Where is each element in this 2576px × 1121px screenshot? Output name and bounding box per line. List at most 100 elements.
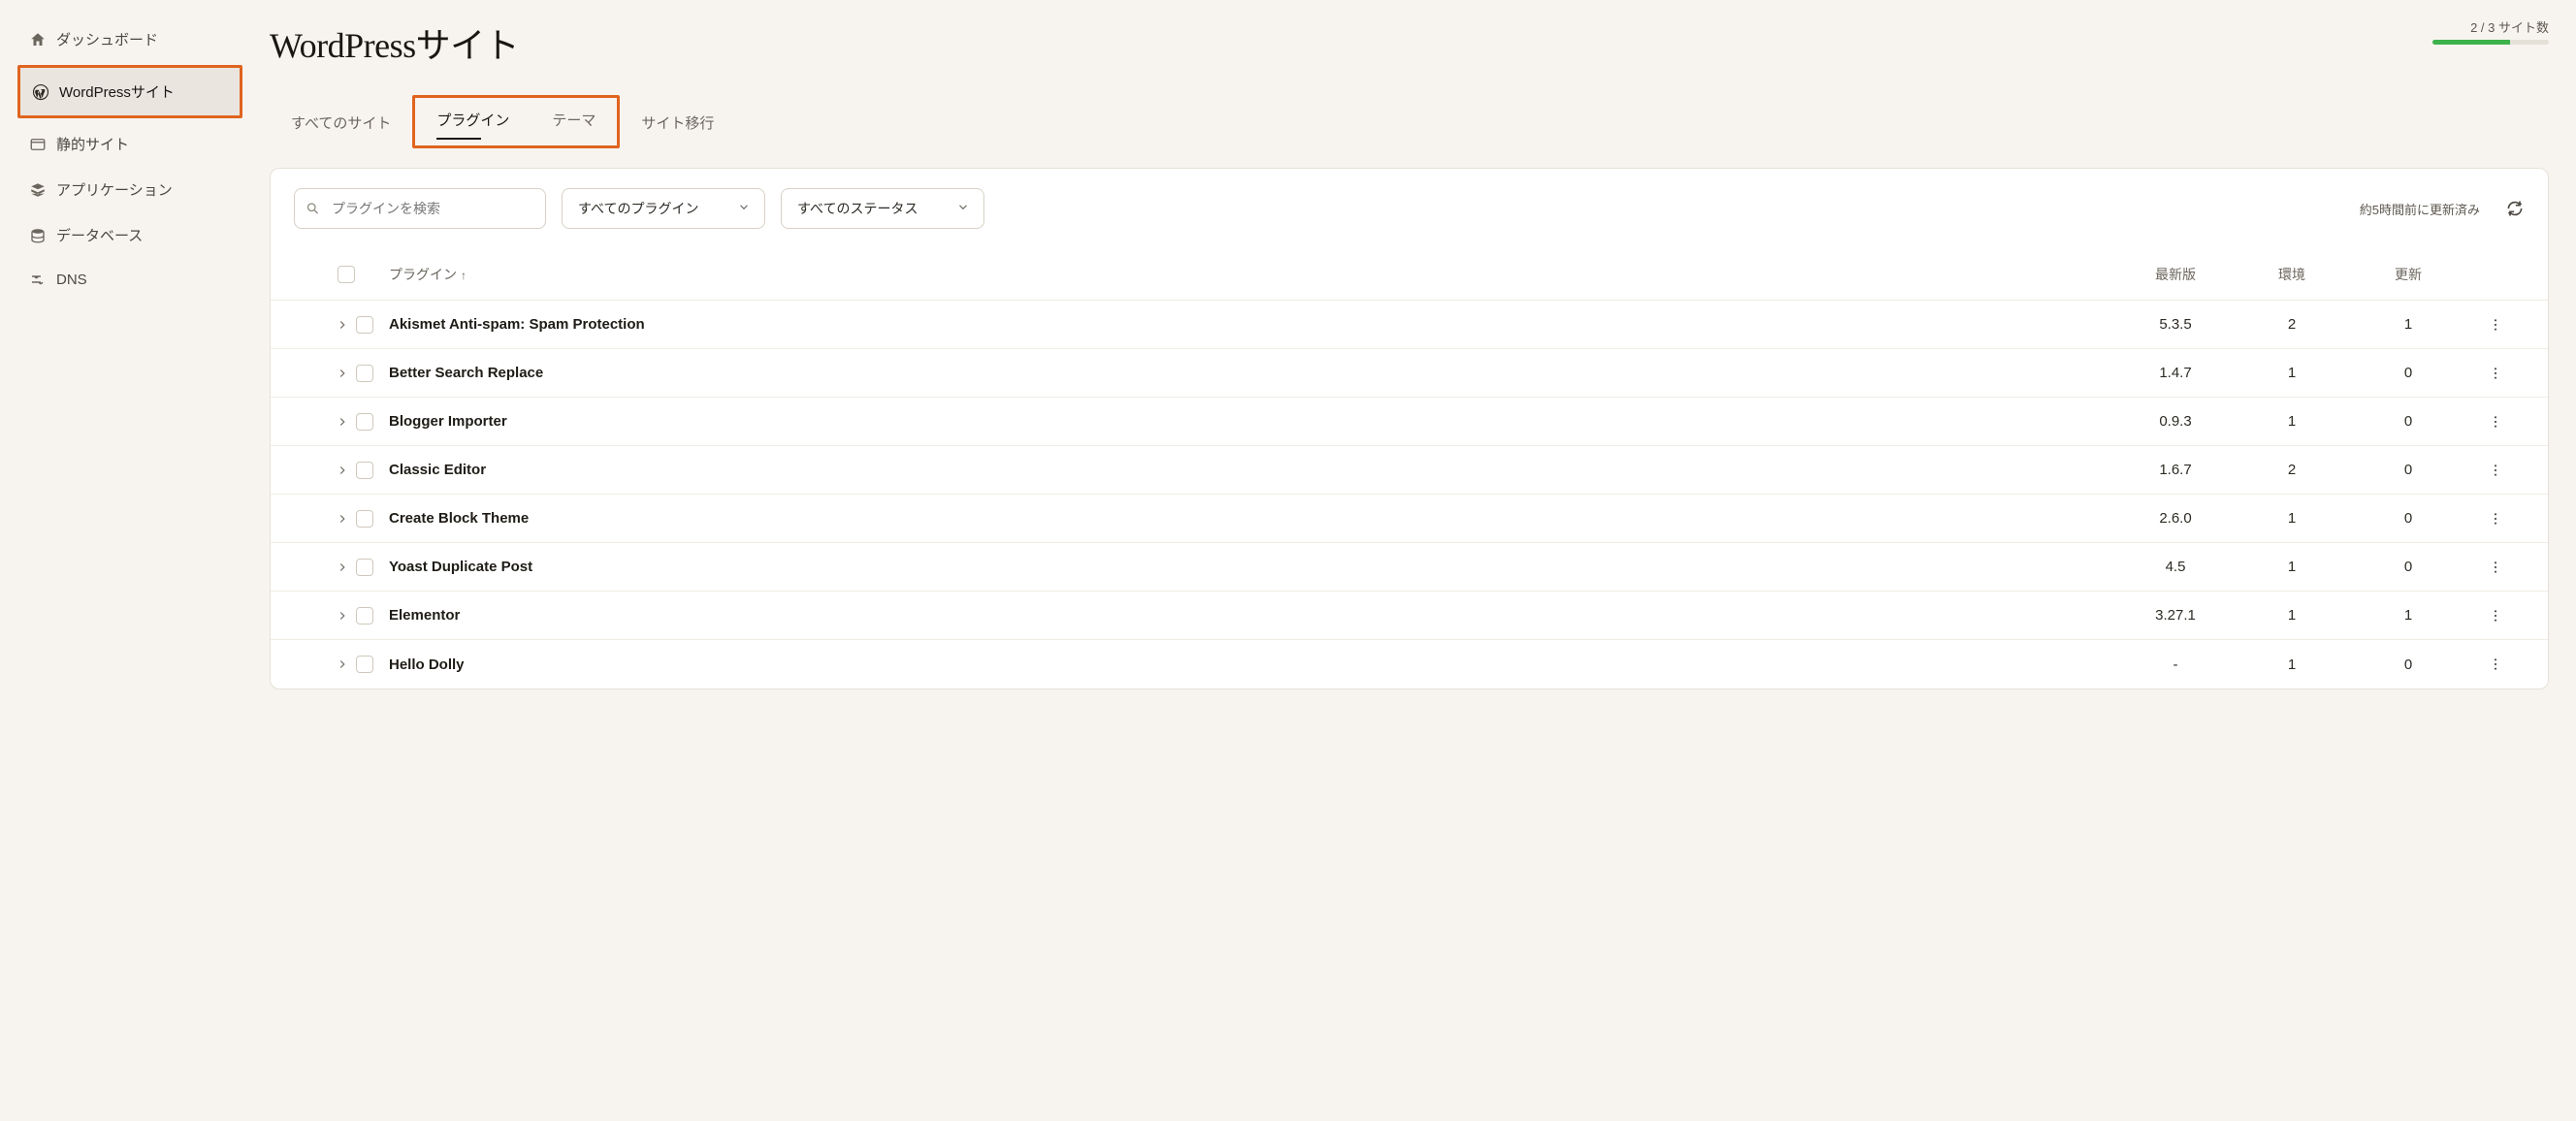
expand-row-button[interactable] bbox=[329, 609, 356, 623]
plugin-env-count: 1 bbox=[2234, 657, 2350, 673]
table-header: プラグイン↑ 最新版 環境 更新 bbox=[271, 248, 2548, 301]
sidebar-item-label: アプリケーション bbox=[56, 179, 173, 200]
expand-row-button[interactable] bbox=[329, 657, 356, 671]
sidebar-item-dashboard[interactable]: ダッシュボード bbox=[17, 19, 242, 59]
plugin-name: Blogger Importer bbox=[383, 413, 2117, 430]
row-actions-button[interactable] bbox=[2466, 463, 2525, 478]
refresh-text: 約5時間前に更新済み bbox=[2360, 200, 2480, 218]
column-header-name[interactable]: プラグイン↑ bbox=[383, 265, 2117, 284]
plugins-card: すべてのプラグイン すべてのステータス 約5時間前に更新済み bbox=[270, 168, 2549, 689]
table-row: Hello Dolly - 1 0 bbox=[271, 640, 2548, 689]
sidebar-item-label: DNS bbox=[56, 272, 87, 288]
plugin-name: Create Block Theme bbox=[383, 510, 2117, 527]
page-title: WordPressサイト bbox=[270, 17, 519, 68]
expand-row-button[interactable] bbox=[329, 367, 356, 380]
filter-plugin-select[interactable]: すべてのプラグイン bbox=[562, 188, 765, 229]
plugin-latest-version: - bbox=[2117, 657, 2234, 673]
column-header-latest[interactable]: 最新版 bbox=[2117, 265, 2234, 284]
plugin-latest-version: 5.3.5 bbox=[2117, 316, 2234, 333]
expand-row-button[interactable] bbox=[329, 512, 356, 526]
plugin-env-count: 2 bbox=[2234, 462, 2350, 478]
plugin-name: Akismet Anti-spam: Spam Protection bbox=[383, 316, 2117, 333]
row-actions-button[interactable] bbox=[2466, 366, 2525, 381]
home-icon bbox=[29, 31, 47, 48]
row-actions-button[interactable] bbox=[2466, 608, 2525, 624]
table-row: Better Search Replace 1.4.7 1 0 bbox=[271, 349, 2548, 398]
sidebar-item-database[interactable]: データベース bbox=[17, 215, 242, 255]
row-checkbox[interactable] bbox=[356, 462, 373, 479]
site-count-bar bbox=[2432, 40, 2549, 45]
site-count: 2 / 3 サイト数 bbox=[2432, 17, 2549, 45]
toolbar: すべてのプラグイン すべてのステータス 約5時間前に更新済み bbox=[271, 169, 2548, 248]
row-actions-button[interactable] bbox=[2466, 414, 2525, 430]
row-checkbox[interactable] bbox=[356, 316, 373, 334]
refresh-button[interactable] bbox=[2505, 199, 2525, 218]
plugin-env-count: 1 bbox=[2234, 607, 2350, 624]
filter-plugin-label: すべてのプラグイン bbox=[578, 199, 698, 218]
chevron-down-icon bbox=[737, 201, 751, 217]
sidebar-item-applications[interactable]: アプリケーション bbox=[17, 170, 242, 209]
static-site-icon bbox=[29, 136, 47, 153]
expand-row-button[interactable] bbox=[329, 464, 356, 477]
sidebar-item-label: ダッシュボード bbox=[56, 29, 158, 49]
plugin-latest-version: 4.5 bbox=[2117, 559, 2234, 575]
sidebar-item-wordpress[interactable]: WordPressサイト bbox=[17, 65, 242, 118]
tab-themes[interactable]: テーマ bbox=[531, 98, 617, 145]
sidebar-item-label: WordPressサイト bbox=[59, 81, 175, 102]
plugin-update-count: 0 bbox=[2350, 365, 2466, 381]
sidebar-item-dns[interactable]: DNS bbox=[17, 261, 242, 298]
column-header-update[interactable]: 更新 bbox=[2350, 265, 2466, 284]
main-content: WordPressサイト 2 / 3 サイト数 すべてのサイト プラグイン テー… bbox=[252, 0, 2576, 1121]
plugin-name: Better Search Replace bbox=[383, 365, 2117, 381]
plugin-update-count: 0 bbox=[2350, 510, 2466, 527]
row-checkbox[interactable] bbox=[356, 413, 373, 431]
row-checkbox[interactable] bbox=[356, 365, 373, 382]
table-row: Yoast Duplicate Post 4.5 1 0 bbox=[271, 543, 2548, 592]
table-row: Blogger Importer 0.9.3 1 0 bbox=[271, 398, 2548, 446]
plugin-env-count: 1 bbox=[2234, 510, 2350, 527]
wordpress-icon bbox=[32, 83, 49, 101]
stack-icon bbox=[29, 181, 47, 199]
table-body: Akismet Anti-spam: Spam Protection 5.3.5… bbox=[271, 301, 2548, 689]
expand-row-button[interactable] bbox=[329, 318, 356, 332]
select-all-checkbox[interactable] bbox=[338, 266, 355, 283]
plugin-name: Yoast Duplicate Post bbox=[383, 559, 2117, 575]
plugin-latest-version: 0.9.3 bbox=[2117, 413, 2234, 430]
row-checkbox[interactable] bbox=[356, 510, 373, 528]
expand-row-button[interactable] bbox=[329, 415, 356, 429]
plugin-env-count: 1 bbox=[2234, 365, 2350, 381]
table-row: Elementor 3.27.1 1 1 bbox=[271, 592, 2548, 640]
tab-all-sites[interactable]: すべてのサイト bbox=[270, 101, 412, 148]
sidebar: ダッシュボード WordPressサイト 静的サイト アプリケーション データベ… bbox=[0, 0, 252, 1121]
row-checkbox[interactable] bbox=[356, 607, 373, 625]
row-actions-button[interactable] bbox=[2466, 317, 2525, 333]
tab-plugins[interactable]: プラグイン bbox=[415, 98, 531, 145]
plugin-env-count: 2 bbox=[2234, 316, 2350, 333]
tab-migration[interactable]: サイト移行 bbox=[620, 101, 735, 148]
filter-status-select[interactable]: すべてのステータス bbox=[781, 188, 984, 229]
plugin-update-count: 0 bbox=[2350, 657, 2466, 673]
plugin-latest-version: 1.6.7 bbox=[2117, 462, 2234, 478]
row-checkbox[interactable] bbox=[356, 656, 373, 673]
search-input[interactable] bbox=[294, 188, 546, 229]
site-count-fill bbox=[2432, 40, 2510, 45]
expand-row-button[interactable] bbox=[329, 560, 356, 574]
row-actions-button[interactable] bbox=[2466, 560, 2525, 575]
search-icon bbox=[306, 202, 320, 216]
plugin-env-count: 1 bbox=[2234, 413, 2350, 430]
sidebar-item-static[interactable]: 静的サイト bbox=[17, 124, 242, 164]
plugin-latest-version: 1.4.7 bbox=[2117, 365, 2234, 381]
table-row: Create Block Theme 2.6.0 1 0 bbox=[271, 495, 2548, 543]
column-header-env[interactable]: 環境 bbox=[2234, 265, 2350, 284]
plugin-name: Elementor bbox=[383, 607, 2117, 624]
plugin-update-count: 0 bbox=[2350, 462, 2466, 478]
plugin-update-count: 1 bbox=[2350, 607, 2466, 624]
plugin-env-count: 1 bbox=[2234, 559, 2350, 575]
row-actions-button[interactable] bbox=[2466, 511, 2525, 527]
row-checkbox[interactable] bbox=[356, 559, 373, 576]
filter-status-label: すべてのステータス bbox=[797, 199, 918, 218]
row-actions-button[interactable] bbox=[2466, 657, 2525, 672]
sort-arrow-icon: ↑ bbox=[461, 269, 467, 282]
plugin-update-count: 0 bbox=[2350, 559, 2466, 575]
database-icon bbox=[29, 227, 47, 244]
